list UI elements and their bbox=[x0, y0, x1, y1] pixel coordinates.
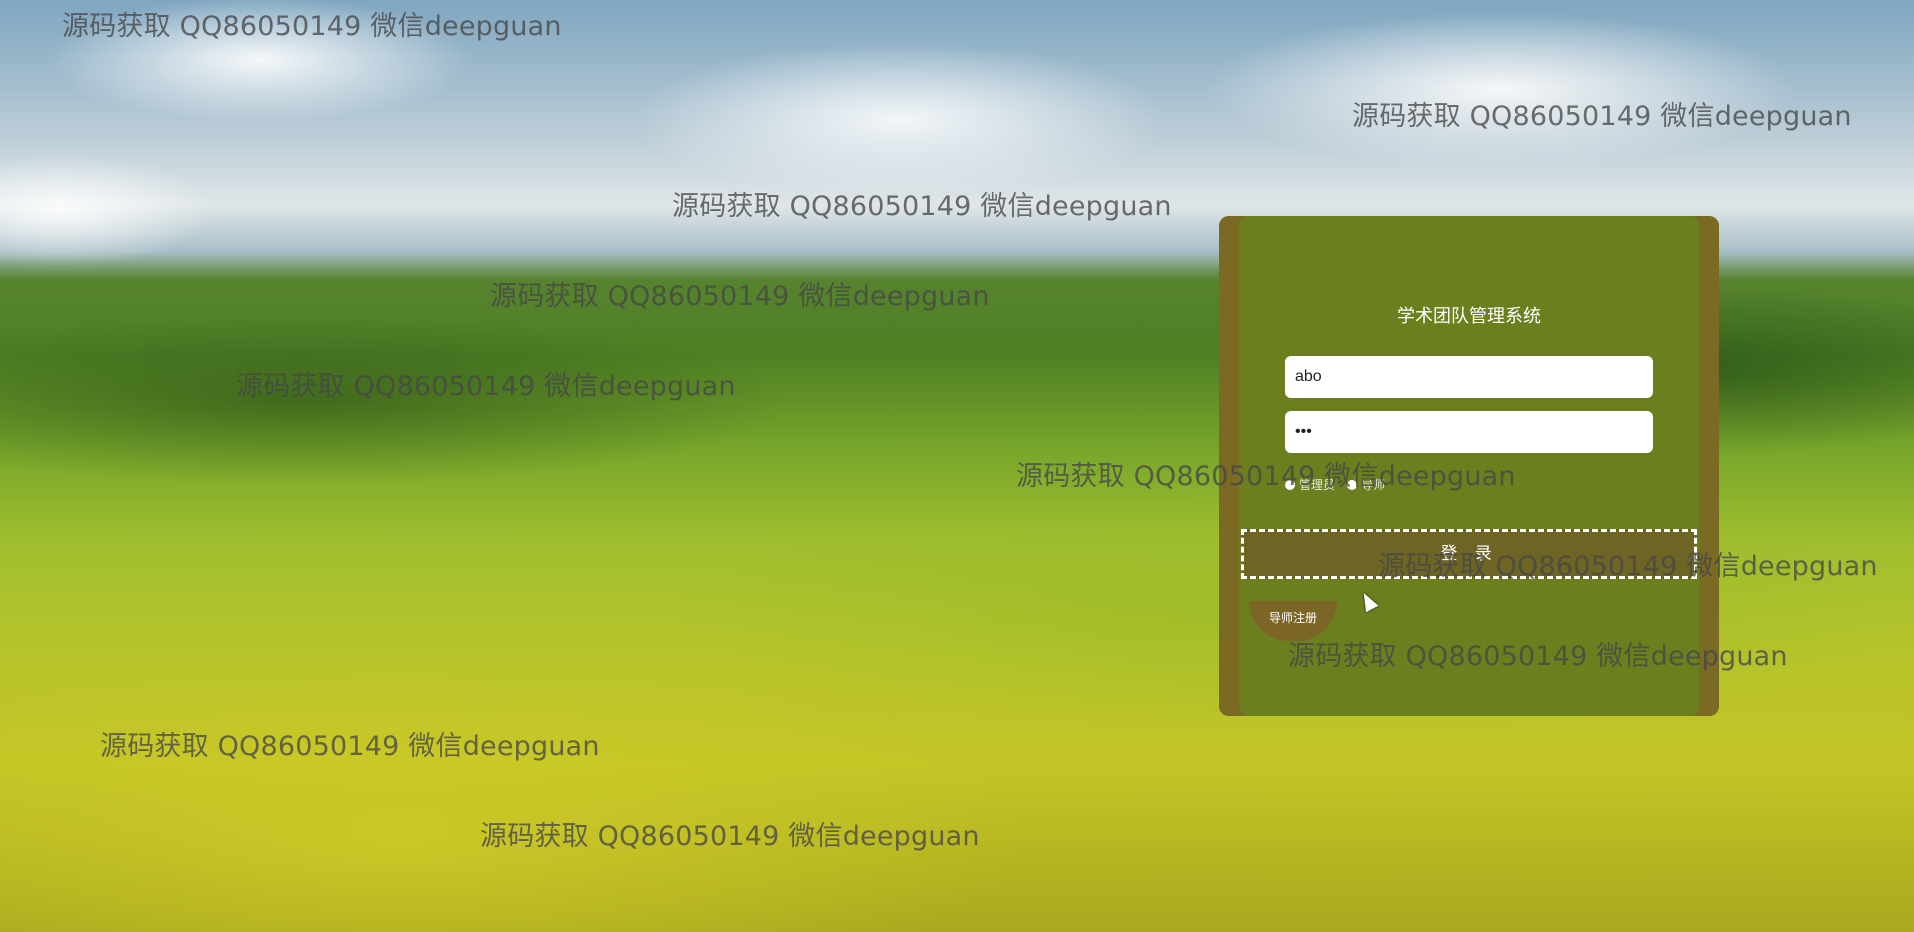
watermark: 源码获取 QQ86050149 微信deepguan bbox=[480, 821, 980, 852]
username-value: abo bbox=[1295, 368, 1322, 385]
watermark: 源码获取 QQ86050149 微信deepguan bbox=[1016, 461, 1516, 492]
watermark: 源码获取 QQ86050149 微信deepguan bbox=[672, 191, 1172, 222]
password-value: ••• bbox=[1295, 423, 1312, 440]
username-input[interactable]: abo bbox=[1285, 356, 1653, 398]
system-title: 学术团队管理系统 bbox=[1397, 306, 1541, 327]
password-input[interactable]: ••• bbox=[1285, 411, 1653, 453]
watermark: 源码获取 QQ86050149 微信deepguan bbox=[1288, 641, 1788, 672]
watermark: 源码获取 QQ86050149 微信deepguan bbox=[1352, 101, 1852, 132]
watermark: 源码获取 QQ86050149 微信deepguan bbox=[236, 371, 736, 402]
watermark: 源码获取 QQ86050149 微信deepguan bbox=[62, 11, 562, 42]
watermark: 源码获取 QQ86050149 微信deepguan bbox=[1378, 551, 1878, 582]
watermark: 源码获取 QQ86050149 微信deepguan bbox=[490, 281, 990, 312]
watermark: 源码获取 QQ86050149 微信deepguan bbox=[100, 731, 600, 762]
